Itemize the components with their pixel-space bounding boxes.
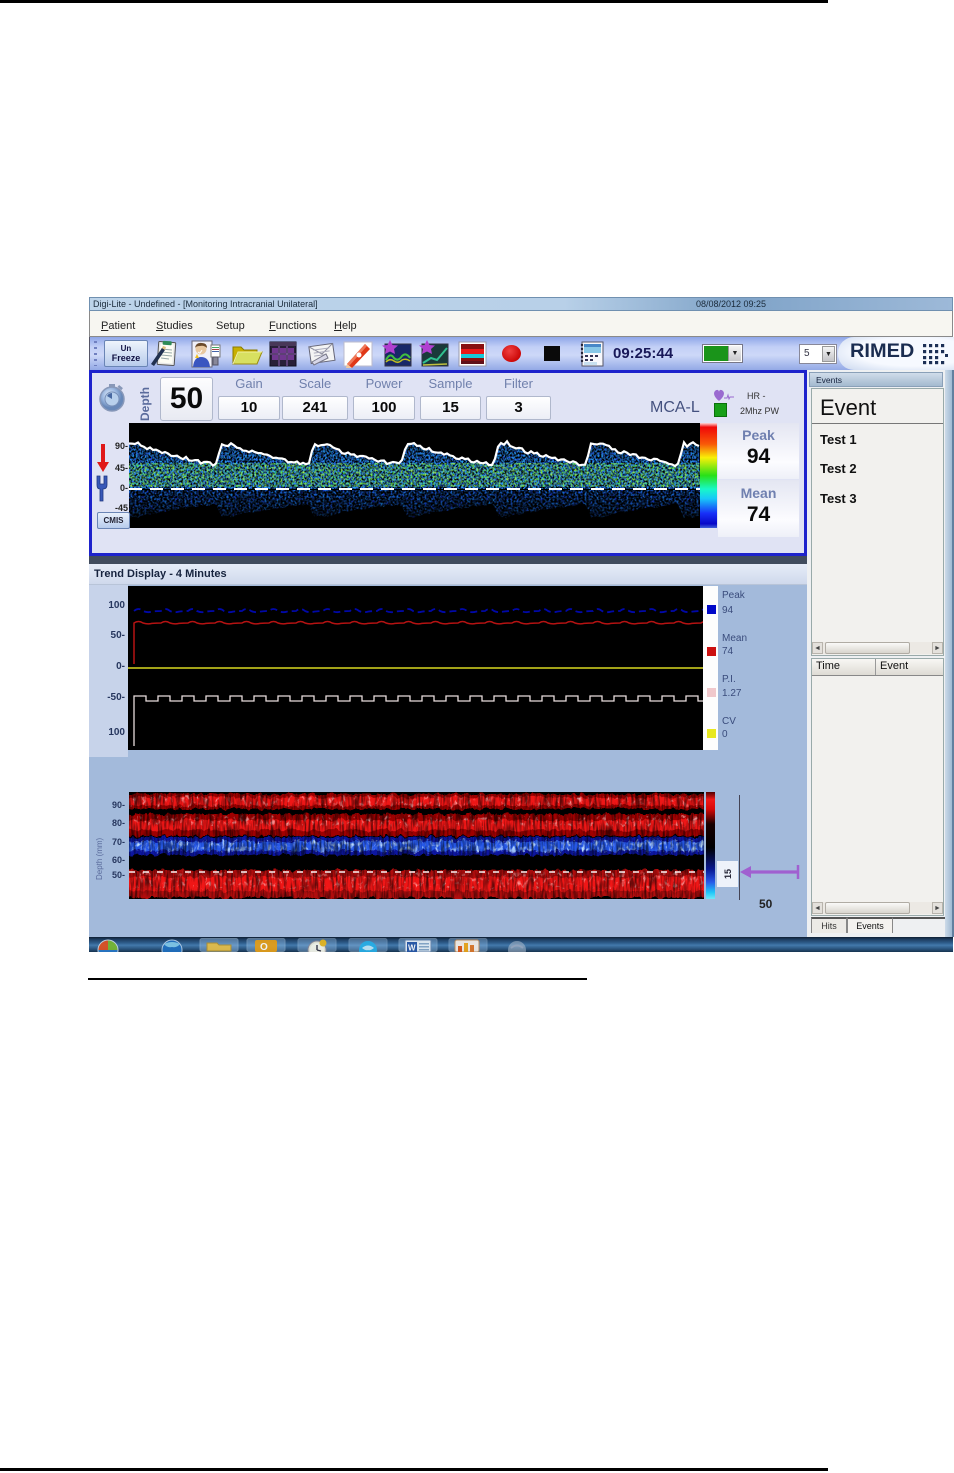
svg-text:W: W — [408, 944, 416, 953]
svg-text:O: O — [260, 942, 268, 952]
